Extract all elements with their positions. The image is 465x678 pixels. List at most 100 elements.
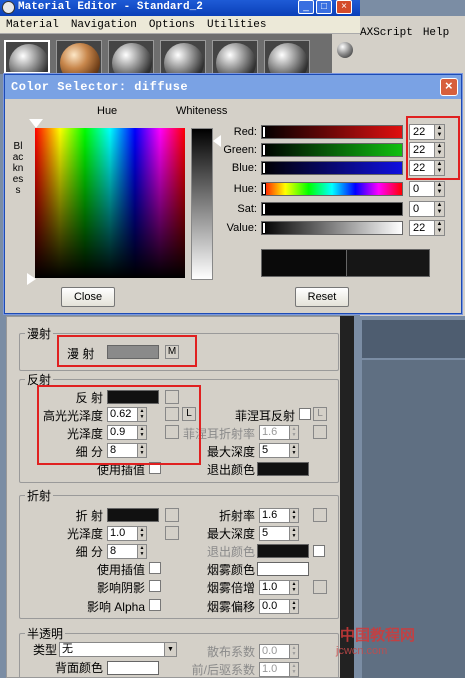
menu-options[interactable]: Options (149, 19, 195, 31)
menu-navigation[interactable]: Navigation (71, 19, 137, 31)
original-color-swatch (261, 249, 347, 277)
minimize-button[interactable]: _ (298, 0, 314, 14)
refr-exit-color-checkbox[interactable] (313, 545, 325, 557)
sample-slot[interactable] (264, 40, 310, 74)
close-icon[interactable]: × (440, 78, 458, 96)
hue-blackness-spectrum[interactable] (35, 128, 185, 278)
refr-max-depth-spinner[interactable]: 5 ▲ ▼ (259, 526, 299, 541)
translucency-group-title: 半透明 (25, 625, 66, 642)
hue-spinner[interactable]: 0 ▲ ▼ (409, 181, 445, 197)
ior-spinner[interactable]: 1.6 ▲ ▼ (259, 508, 299, 523)
fresnel-lock-button[interactable]: L (313, 407, 327, 421)
fresnel-label: 菲涅耳反射 (234, 409, 295, 423)
fog-bias-label: 烟雾偏移 (206, 600, 255, 614)
blackness-marker-icon[interactable] (27, 273, 36, 285)
viewport-label-area (362, 320, 465, 358)
saturation-slider[interactable] (261, 202, 403, 216)
menu-material[interactable]: Material (6, 19, 59, 31)
fresnel-ior-spinner[interactable]: 1.6 ▲ ▼ (259, 425, 299, 440)
refr-max-depth-label: 最大深度 (206, 527, 255, 541)
hue-slider[interactable] (261, 182, 403, 196)
red-label: Red: (233, 126, 257, 138)
scatter-coeff-spinner[interactable]: 0.0 ▲ ▼ (259, 644, 299, 659)
sample-slot[interactable] (4, 40, 50, 74)
color-selector-dialog: Color Selector: diffuse × Hue Whiteness … (4, 74, 462, 314)
fresnel-ior-map-button[interactable] (313, 425, 327, 439)
color-selector-titlebar: Color Selector: diffuse × (5, 75, 461, 99)
diffuse-highlight-box (57, 335, 197, 367)
refract-map-button[interactable] (165, 508, 179, 522)
sample-slot[interactable] (108, 40, 154, 74)
refraction-group-title: 折射 (25, 487, 54, 504)
watermark-logo: 中国教程网 (340, 627, 416, 644)
refr-exit-color-swatch[interactable] (257, 544, 309, 558)
watermark-url: jcwcn.com (336, 645, 388, 657)
ior-label: 折射率 (218, 509, 255, 523)
sample-slots (0, 34, 360, 74)
green-label: Green: (223, 144, 257, 156)
sample-slot[interactable] (212, 40, 258, 74)
fog-color-label: 烟雾颜色 (206, 563, 255, 577)
refr-gloss-spinner[interactable]: 1.0 ▲ ▼ (107, 526, 147, 541)
refr-gloss-map-button[interactable] (165, 526, 179, 540)
fog-color-swatch[interactable] (257, 562, 309, 576)
refl-max-depth-label: 最大深度 (206, 445, 255, 459)
menu-maxscript[interactable]: AXScript (360, 27, 413, 39)
translucency-type-label: 类型 (32, 643, 57, 657)
fog-multiplier-spinner[interactable]: 1.0 ▲ ▼ (259, 580, 299, 595)
affect-alpha-checkbox[interactable] (149, 599, 161, 611)
refr-gloss-label: 光泽度 (66, 527, 103, 541)
refract-color-swatch[interactable] (107, 508, 159, 522)
sample-type-sphere-icon[interactable] (337, 42, 353, 58)
affect-shadows-label: 影响阴影 (96, 581, 145, 595)
fresnel-checkbox[interactable] (299, 408, 311, 420)
value-spinner[interactable]: 22 ▲ ▼ (409, 220, 445, 236)
refl-exit-color-label: 退出颜色 (206, 463, 255, 477)
ior-map-button[interactable] (313, 508, 327, 522)
fog-multiplier-map-button[interactable] (313, 580, 327, 594)
translucency-type-select[interactable]: 无 ▼ (59, 642, 177, 657)
refr-exit-color-label: 退出颜色 (206, 545, 255, 559)
refl-exit-color-swatch[interactable] (257, 462, 309, 476)
hue-marker-icon[interactable] (29, 119, 43, 128)
blackness-label: Blackness (12, 141, 24, 196)
hue-label: Hue (97, 105, 118, 117)
close-button[interactable]: Close (61, 287, 115, 307)
blue-label: Blue: (231, 162, 257, 174)
refr-subdivs-spinner[interactable]: 8 ▲ ▼ (107, 544, 147, 559)
value-label: Value: (226, 222, 257, 234)
whiteness-label: Whiteness (176, 105, 228, 117)
fwd-bck-coeff-spinner[interactable]: 1.0 ▲ ▼ (259, 662, 299, 677)
refr-subdivs-label: 细 分 (75, 545, 103, 559)
value-slider[interactable] (261, 221, 403, 235)
saturation-spinner[interactable]: 0 ▲ ▼ (409, 201, 445, 217)
refr-interp-label: 使用插值 (96, 563, 145, 577)
scatter-coeff-label: 散布系数 (206, 645, 255, 659)
sample-slot[interactable] (160, 40, 206, 74)
current-color-swatch (346, 249, 430, 277)
reflection-highlight-box (37, 385, 201, 465)
close-window-button[interactable]: × (336, 0, 352, 14)
material-editor-app-icon (2, 1, 15, 14)
red-slider[interactable] (261, 125, 403, 139)
refr-interp-checkbox[interactable] (149, 562, 161, 574)
menu-utilities[interactable]: Utilities (207, 19, 266, 31)
refl-max-depth-spinner[interactable]: 5 ▲ ▼ (259, 443, 299, 458)
maxscript-menubar: AXScript Help (360, 27, 465, 43)
affect-shadows-checkbox[interactable] (149, 580, 161, 592)
hue-slider-label: Hue: (233, 183, 257, 195)
maximize-button[interactable]: □ (316, 0, 332, 14)
back-side-color-label: 背面颜色 (54, 661, 103, 675)
sample-type-toolbar (332, 34, 360, 74)
reset-button[interactable]: Reset (295, 287, 349, 307)
green-slider[interactable] (261, 143, 403, 157)
menu-help[interactable]: Help (423, 27, 449, 39)
fog-bias-spinner[interactable]: 0.0 ▲ ▼ (259, 599, 299, 614)
sample-slot[interactable] (56, 40, 102, 74)
sat-label: Sat: (237, 203, 257, 215)
fog-multiplier-label: 烟雾倍增 (206, 581, 255, 595)
material-editor-menubar: Material Navigation Options Utilities (0, 16, 360, 34)
blue-slider[interactable] (261, 161, 403, 175)
refract-label: 折 射 (75, 509, 103, 523)
back-side-color-swatch[interactable] (107, 661, 159, 675)
